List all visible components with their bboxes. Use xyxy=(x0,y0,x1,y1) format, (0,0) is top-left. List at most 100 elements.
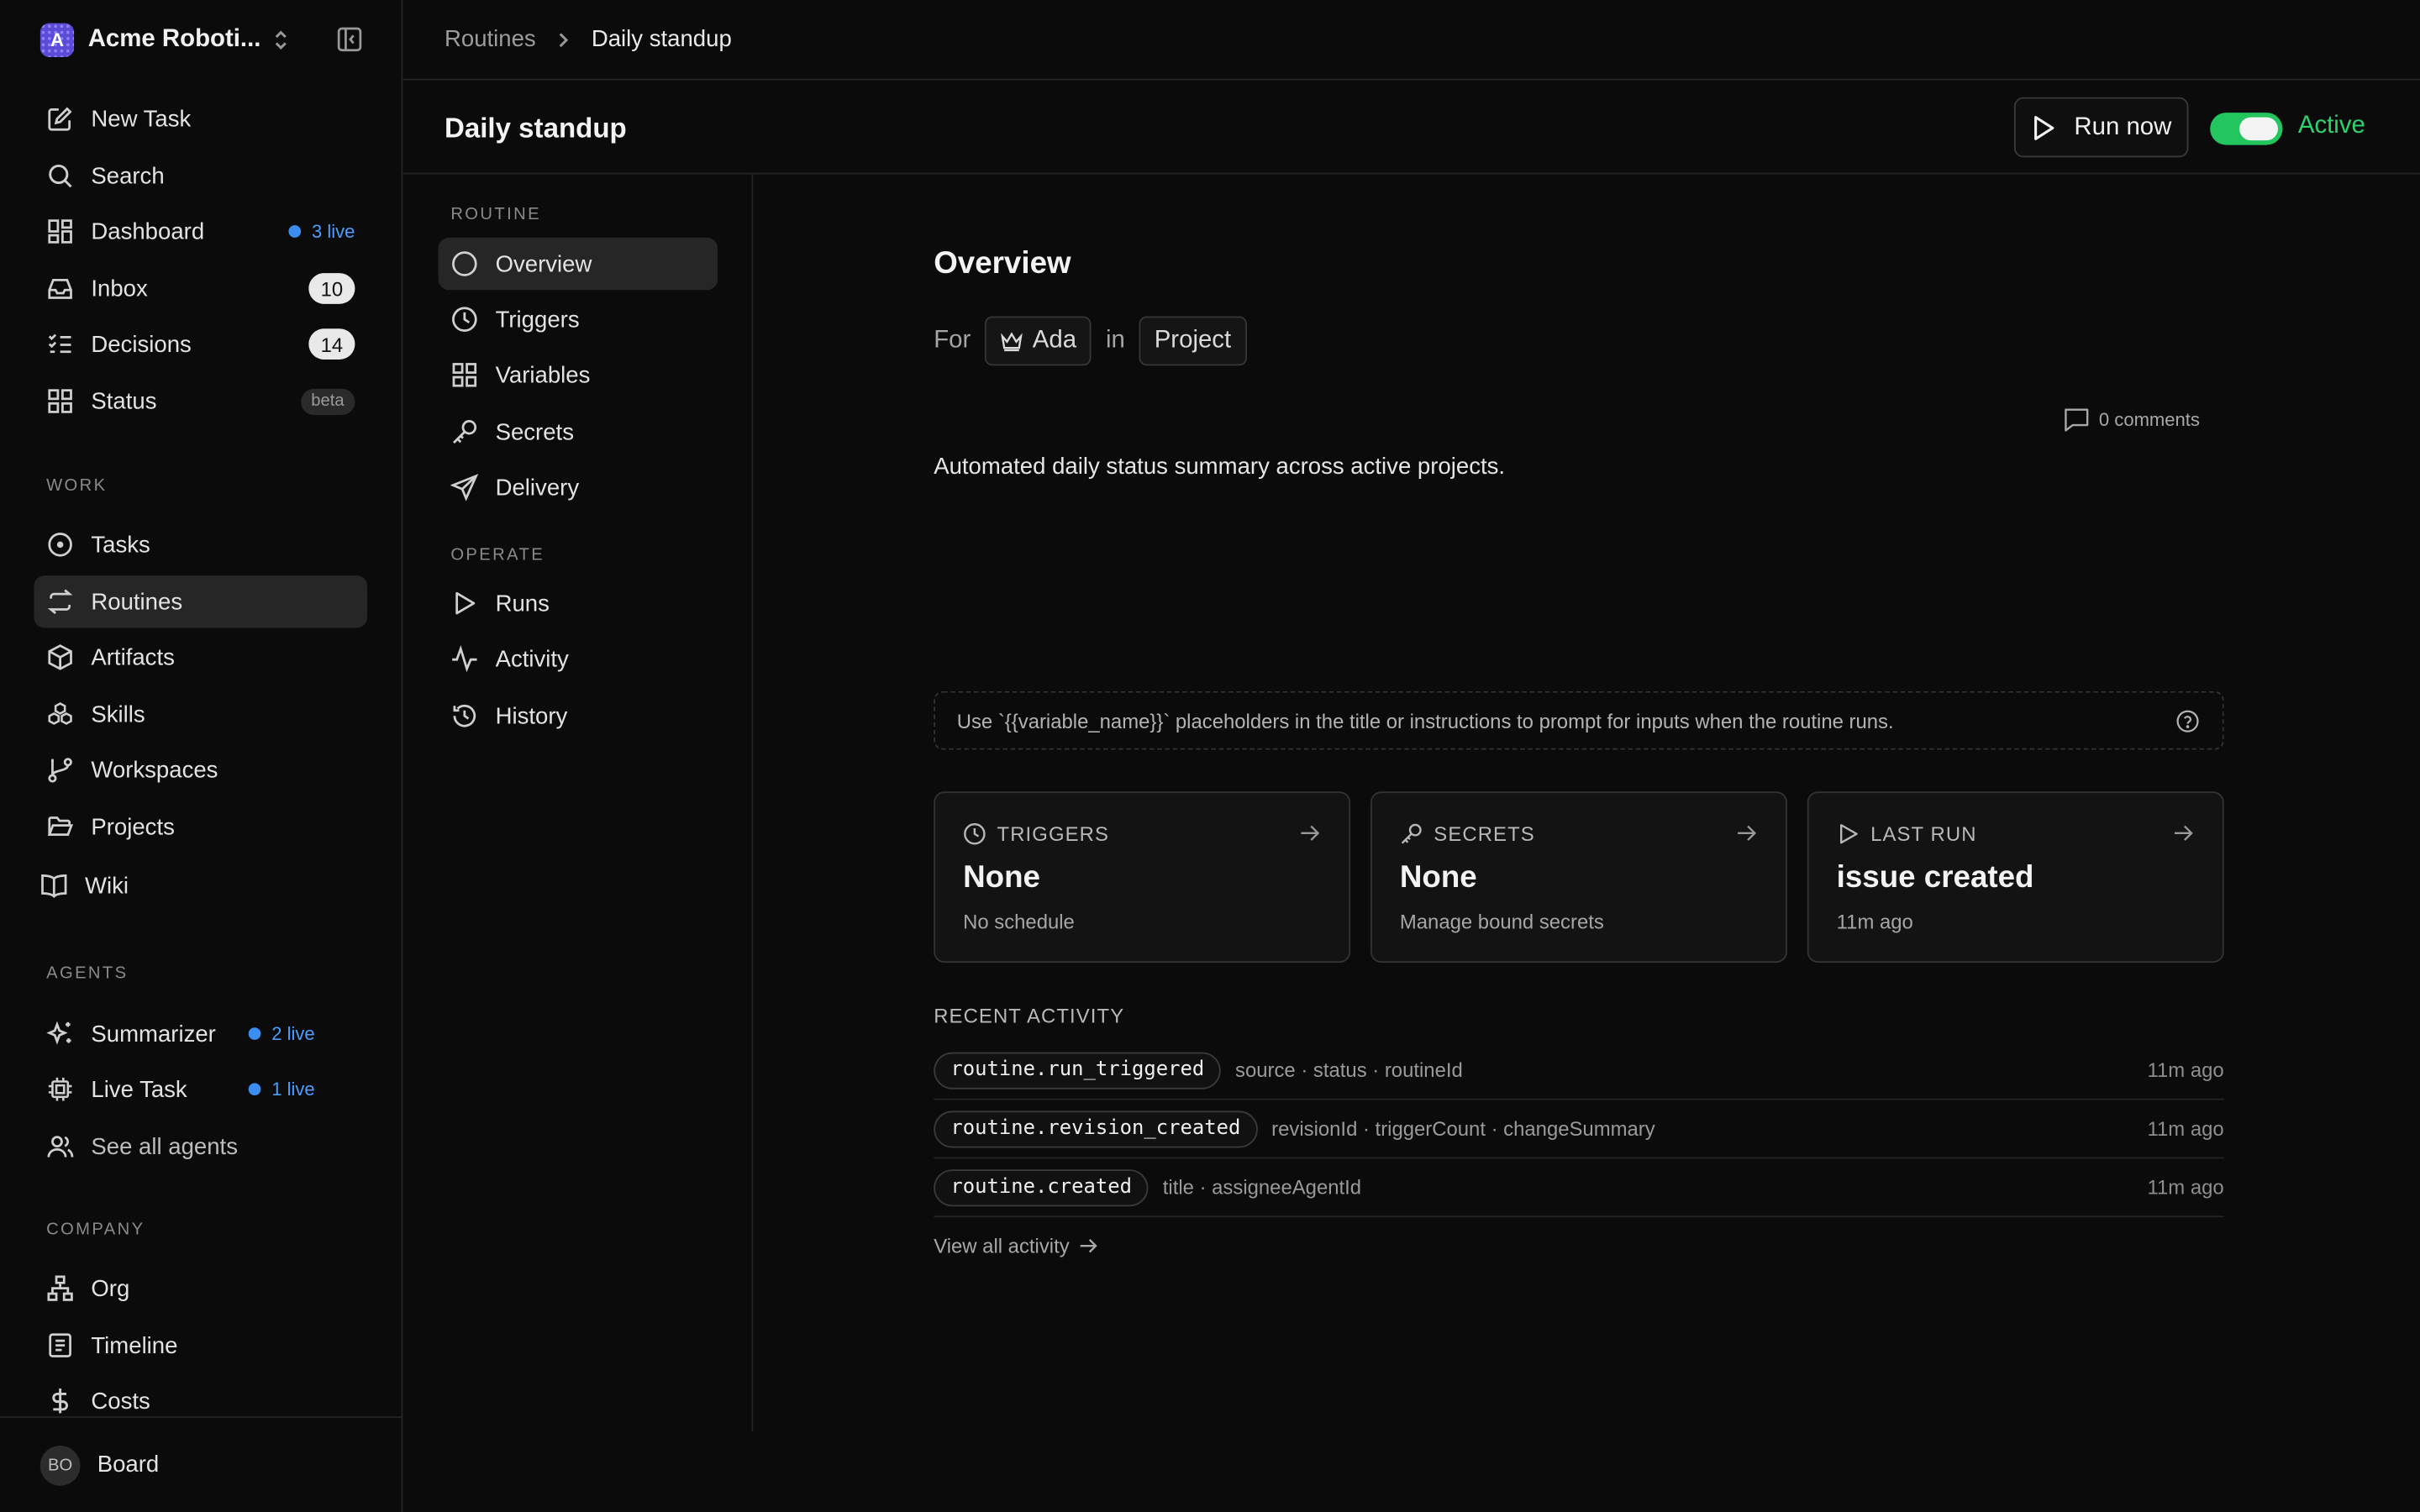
play-icon xyxy=(1839,824,1858,844)
arrow-right-icon xyxy=(2174,825,2193,841)
subnav-label: Delivery xyxy=(495,474,580,501)
nav-label: Dashboard xyxy=(91,218,205,245)
subnav-runs[interactable]: Runs xyxy=(439,577,718,629)
repeat-icon xyxy=(47,589,73,615)
subnav-label: Runs xyxy=(495,590,550,617)
nav-label: Org xyxy=(91,1275,130,1302)
event-meta: source · status · routineId xyxy=(1235,1058,1463,1082)
event-time: 11m ago xyxy=(2147,1116,2224,1141)
nav-label: New Task xyxy=(91,105,192,133)
nav-label: Projects xyxy=(91,813,175,841)
routine-description[interactable]: Automated daily status summary across ac… xyxy=(934,454,1505,480)
breadcrumb-routines-link[interactable]: Routines xyxy=(445,26,536,52)
hint-text: Use `{{variable_name}}` placeholders in … xyxy=(956,708,1894,732)
activity-row[interactable]: routine.revision_created revisionId · tr… xyxy=(934,1100,2224,1159)
live-indicator: 3 live xyxy=(288,221,355,243)
boxes-icon xyxy=(48,702,72,725)
grid-icon xyxy=(452,363,477,387)
nav-skills[interactable]: Skills xyxy=(34,688,367,740)
section-title-operate: OPERATE xyxy=(450,546,545,565)
user-name: Board xyxy=(97,1452,160,1478)
card-label: LAST RUN xyxy=(1870,822,1977,846)
nav-agent-summarizer[interactable]: Summarizer 2 live xyxy=(34,1007,367,1059)
recent-activity-heading: RECENT ACTIVITY xyxy=(934,1004,1125,1028)
breadcrumb: Routines Daily standup xyxy=(445,26,732,52)
active-toggle[interactable] xyxy=(2210,113,2283,145)
nav-decisions[interactable]: Decisions 14 xyxy=(34,318,367,370)
page-title: Daily standup xyxy=(444,113,627,144)
subnav-variables[interactable]: Variables xyxy=(439,349,718,401)
nav-label: See all agents xyxy=(91,1133,238,1160)
key-icon xyxy=(453,420,477,444)
view-all-activity-link[interactable]: View all activity xyxy=(934,1234,1097,1257)
nav-wiki[interactable]: Wiki xyxy=(28,859,361,911)
card-value: None xyxy=(1399,860,1477,895)
nav-timeline[interactable]: Timeline xyxy=(34,1319,367,1371)
event-name: routine.created xyxy=(934,1168,1150,1206)
user-menu[interactable]: BO Board xyxy=(0,1416,403,1512)
collapse-sidebar-icon[interactable] xyxy=(336,26,362,52)
card-header: TRIGGERS xyxy=(963,822,1109,846)
workspace-switcher[interactable]: A Acme Roboti... xyxy=(39,22,371,59)
nav-label: Inbox xyxy=(91,275,148,302)
run-now-button[interactable]: Run now xyxy=(2013,97,2189,158)
card-header: SECRETS xyxy=(1400,822,1535,846)
nav-status[interactable]: Status beta xyxy=(34,375,367,427)
chevron-up-down-icon xyxy=(271,28,290,52)
subnav-triggers[interactable]: Triggers xyxy=(439,293,718,345)
play-icon xyxy=(2033,115,2054,139)
book-open-icon xyxy=(41,874,67,899)
agent-chip[interactable]: Ada xyxy=(984,316,1092,366)
agent-name: Ada xyxy=(1032,327,1077,354)
subnav-secrets[interactable]: Secrets xyxy=(439,406,718,458)
event-name: routine.revision_created xyxy=(934,1110,1258,1147)
git-branch-icon xyxy=(48,758,72,783)
nav-inbox[interactable]: Inbox 10 xyxy=(34,262,367,314)
nav-projects[interactable]: Projects xyxy=(34,801,367,853)
circle-icon xyxy=(452,251,477,276)
page-header: Daily standup Run now Active xyxy=(402,81,2420,175)
nav-workspaces[interactable]: Workspaces xyxy=(34,743,367,795)
comments-link[interactable]: 0 comments xyxy=(2064,407,2200,432)
nav-agent-live-task[interactable]: Live Task 1 live xyxy=(34,1063,367,1115)
subnav-delivery[interactable]: Delivery xyxy=(439,461,718,513)
secrets-card[interactable]: SECRETS None Manage bound secrets xyxy=(1370,791,1787,963)
nav-routines[interactable]: Routines xyxy=(34,575,368,628)
subnav-history[interactable]: History xyxy=(439,690,718,742)
activity-row[interactable]: routine.created title · assigneeAgentId … xyxy=(934,1158,2224,1218)
live-indicator: 2 live xyxy=(249,1023,314,1045)
nav-dashboard[interactable]: Dashboard 3 live xyxy=(34,205,367,257)
clock-icon xyxy=(964,822,986,845)
org-chart-icon xyxy=(47,1275,73,1301)
view-all-label: View all activity xyxy=(934,1234,1070,1257)
subnav-overview[interactable]: Overview xyxy=(438,237,718,291)
help-circle-icon[interactable] xyxy=(2176,710,2200,733)
chevron-right-icon xyxy=(557,30,570,49)
subnav-activity[interactable]: Activity xyxy=(439,633,718,685)
nav-org[interactable]: Org xyxy=(34,1262,367,1314)
nav-tasks[interactable]: Tasks xyxy=(34,518,367,570)
run-now-label: Run now xyxy=(2074,113,2172,140)
workspace-logo: A xyxy=(39,23,75,57)
nav-new-task[interactable]: New Task xyxy=(34,92,367,144)
nav-artifacts[interactable]: Artifacts xyxy=(34,631,367,683)
subnav-label: Secrets xyxy=(495,418,574,445)
comments-count: 0 comments xyxy=(2098,408,2200,431)
event-meta: title · assigneeAgentId xyxy=(1162,1175,1362,1200)
nav-see-all-agents[interactable]: See all agents xyxy=(34,1120,367,1172)
project-chip[interactable]: Project xyxy=(1139,316,1247,366)
last-run-card[interactable]: LAST RUN issue created 11m ago xyxy=(1807,791,2224,963)
in-label: in xyxy=(1105,327,1125,354)
comment-icon xyxy=(2065,408,2089,432)
nav-search[interactable]: Search xyxy=(34,150,367,202)
event-meta: revisionId · triggerCount · changeSummar… xyxy=(1271,1116,1655,1141)
triggers-card[interactable]: TRIGGERS None No schedule xyxy=(934,791,1351,963)
card-label: SECRETS xyxy=(1434,822,1535,846)
document-list-icon xyxy=(49,1333,71,1357)
nav-label: Timeline xyxy=(91,1331,178,1359)
event-time: 11m ago xyxy=(2147,1175,2224,1200)
activity-row[interactable]: routine.run_triggered source · status · … xyxy=(934,1042,2224,1100)
box-icon xyxy=(48,644,72,670)
activity-pulse-icon xyxy=(452,644,477,673)
breadcrumb-bar: Routines Daily standup xyxy=(402,0,2420,81)
